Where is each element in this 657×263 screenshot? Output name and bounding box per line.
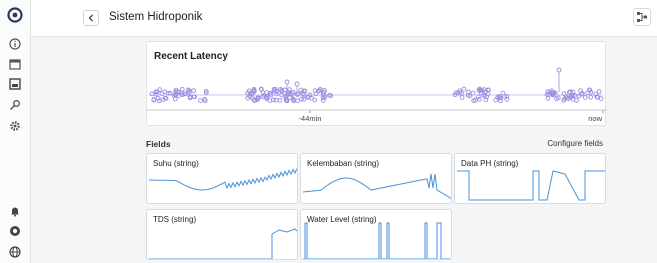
data-ph-sparkline xyxy=(457,170,605,201)
panel-icon[interactable] xyxy=(7,76,23,92)
latency-point xyxy=(191,88,196,93)
latency-point xyxy=(596,89,602,95)
field-card-data-ph[interactable]: Data PH (string) xyxy=(454,153,606,204)
latency-axis-label-end: now xyxy=(588,114,602,123)
tds-series-line xyxy=(149,228,297,259)
latency-point xyxy=(284,79,290,85)
configure-fields-link[interactable]: Configure fields xyxy=(547,139,603,148)
latency-point xyxy=(476,94,481,100)
logo-icon[interactable] xyxy=(7,7,23,23)
latency-point xyxy=(277,98,283,103)
field-card-suhu[interactable]: Suhu (string) xyxy=(146,153,298,204)
field-card-kelembaban[interactable]: Kelembaban (string) xyxy=(300,153,452,204)
latency-points xyxy=(149,67,604,104)
bell-icon[interactable] xyxy=(7,203,23,219)
latency-point xyxy=(198,98,203,103)
data-ph-series-line xyxy=(457,170,605,201)
latency-point xyxy=(294,81,300,87)
suhu-sparkline xyxy=(149,168,297,191)
latency-point xyxy=(179,86,185,92)
latency-axis-label-start: -44min xyxy=(299,114,322,123)
kelembaban-sparkline xyxy=(302,173,451,199)
calendar-icon[interactable] xyxy=(7,56,23,72)
recent-latency-card: Recent Latency -44min now xyxy=(146,41,607,126)
latency-point xyxy=(461,86,467,92)
sidebar xyxy=(0,0,31,263)
latency-point xyxy=(556,67,562,73)
latency-point xyxy=(493,97,499,103)
top-bar: Sistem Hidroponik xyxy=(31,0,657,37)
water-level-series-line xyxy=(303,222,451,259)
latency-point xyxy=(459,95,465,100)
latency-point xyxy=(320,98,326,103)
layout-toggle-button[interactable] xyxy=(633,8,651,26)
latency-point xyxy=(582,95,588,100)
latency-point xyxy=(157,87,162,92)
fields-heading: Fields xyxy=(146,139,171,149)
field-card-water-level[interactable]: Water Level (string) xyxy=(300,209,452,260)
latency-point xyxy=(574,97,579,103)
suhu-series-line xyxy=(149,168,297,191)
key-icon[interactable] xyxy=(7,97,23,113)
latency-point xyxy=(470,90,476,96)
latency-point xyxy=(287,87,292,92)
water-level-sparkline xyxy=(303,222,451,259)
info-icon[interactable] xyxy=(7,36,23,52)
field-card-tds[interactable]: TDS (string) xyxy=(146,209,298,260)
latency-point xyxy=(476,97,482,102)
latency-point xyxy=(295,98,300,103)
kelembaban-series-line xyxy=(302,173,451,199)
hierarchy-icon xyxy=(637,12,647,22)
tds-sparkline xyxy=(149,228,297,259)
latency-point xyxy=(172,96,178,102)
back-button[interactable] xyxy=(83,10,99,26)
latency-chart: -44min now xyxy=(147,67,607,123)
latency-point xyxy=(588,94,594,100)
help-icon[interactable] xyxy=(7,223,23,239)
page-title: Sistem Hidroponik xyxy=(109,11,203,23)
globe-icon[interactable] xyxy=(7,244,23,260)
chevron-left-icon xyxy=(88,14,93,22)
gear-icon[interactable] xyxy=(7,118,23,134)
latency-point xyxy=(500,90,506,96)
